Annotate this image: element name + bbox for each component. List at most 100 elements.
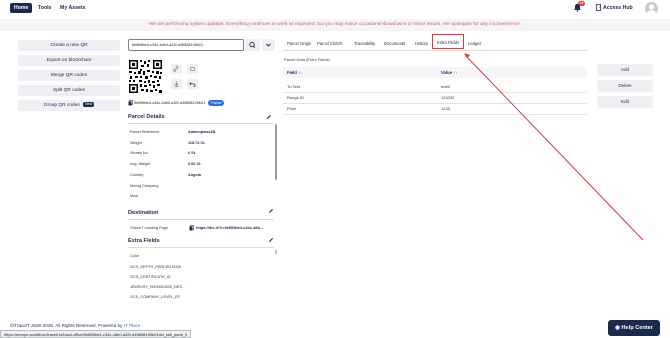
- nav-tab-tools[interactable]: Tools: [34, 3, 55, 13]
- destination-title: Destination: [128, 210, 159, 216]
- tag-icon: [190, 67, 195, 71]
- tab-ledger[interactable]: Ledger: [465, 39, 484, 48]
- column-header-label: Field: [287, 70, 297, 75]
- divider: [128, 247, 274, 248]
- table-header: [283, 67, 587, 78]
- detail-value: Adamnplasz1B: [188, 130, 216, 134]
- split-qr-button[interactable]: Split QR codes: [18, 85, 120, 96]
- tab-history[interactable]: History: [412, 39, 431, 48]
- table-row: [283, 114, 587, 115]
- detail-key: Stones No.: [130, 151, 149, 155]
- tab-extra-fields[interactable]: Extra Fields: [432, 34, 465, 49]
- detail-key: Weight: [130, 141, 142, 145]
- table-cell-field: Rough ID: [287, 95, 304, 100]
- detail-value: 6 St.: [188, 151, 197, 155]
- detail-key: Mining Company: [130, 184, 159, 188]
- status-bar-url: https://europe-workflow.itraceit.io/back…: [0, 330, 192, 338]
- export-blockchain-button[interactable]: Export on blockchain: [18, 55, 120, 66]
- extra-field-item: GCS_CERTIFICATE_ID: [130, 275, 171, 279]
- details-scrollbar[interactable]: [275, 124, 277, 180]
- chevron-down-icon: [266, 43, 271, 47]
- extra-field-item: GCS_COMPANY_LEVEL_EF: [130, 295, 181, 299]
- search-icon: [249, 41, 256, 48]
- search-dropdown-button[interactable]: [262, 39, 275, 51]
- landing-page-key: iTraceiT Landing Page: [130, 226, 168, 230]
- notification-badge: 24: [578, 1, 585, 6]
- delete-button[interactable]: Delete: [597, 80, 653, 92]
- extra-field-item: Color: [130, 254, 140, 258]
- detail-key: Country: [130, 173, 144, 177]
- access-hub-link[interactable]: Access Hub: [603, 5, 633, 11]
- panel-title: Parcel Data (Extra Fields): [284, 57, 330, 62]
- edit-qr-button[interactable]: [187, 64, 198, 74]
- maintenance-banner: We are performing system updates. Everyt…: [0, 19, 670, 31]
- table-cell-value: 124232: [441, 95, 455, 100]
- divider: [128, 219, 274, 220]
- table-cell-field: Price: [287, 106, 297, 111]
- edit-button[interactable]: Edit: [597, 96, 653, 108]
- detail-value: 0.00 Ct.: [188, 162, 202, 166]
- uuid-text: 5ef6f6be4-c34c-4db0-a32f-d45858149b01: [134, 101, 206, 105]
- table-cell-value: 1245: [441, 106, 450, 111]
- table-row: [283, 103, 587, 104]
- group-qr-label: Group QR codes: [43, 103, 80, 108]
- help-center-label: Help Center: [621, 325, 653, 331]
- nav-tab-home[interactable]: Home: [10, 3, 33, 13]
- copy-icon[interactable]: [189, 225, 194, 231]
- undo-icon: [189, 82, 196, 88]
- landing-page-link[interactable]: https://itrc.it/?i=5ef6f6be4-c34c-4db...: [196, 226, 263, 230]
- qr-code[interactable]: [128, 59, 163, 94]
- table-cell-field: Tu Test: [287, 84, 300, 89]
- column-header-value[interactable]: Value ↑↓: [441, 70, 457, 75]
- footer: ©iTraceiT 2020-2025. All Rights Reserved…: [10, 323, 140, 328]
- pencil-icon[interactable]: [268, 208, 274, 214]
- detail-value: 118.74 Ct.: [188, 141, 206, 145]
- tab-parcel-origin[interactable]: Parcel Origin: [284, 39, 314, 48]
- table-row: [283, 92, 587, 93]
- extra-fields-scrollbar[interactable]: [275, 250, 277, 254]
- help-center-button[interactable]: ◉ Help Center: [608, 320, 660, 336]
- new-badge: New: [83, 102, 95, 108]
- create-qr-button[interactable]: Create a new QR: [18, 40, 120, 51]
- detail-key: Mine: [130, 194, 139, 198]
- door-icon: [596, 4, 601, 11]
- sort-icon: ↑↓: [453, 70, 458, 75]
- detail-key: Avg. Weight: [130, 162, 151, 166]
- user-icon: [646, 4, 657, 15]
- tab-divider: [283, 50, 588, 51]
- copyright-text: ©iTraceiT 2020-2025. All Rights Reserved…: [10, 323, 123, 328]
- powered-by-link[interactable]: IT Place: [124, 323, 141, 328]
- parcel-badge: Parcel: [208, 100, 225, 106]
- download-icon: [174, 81, 179, 87]
- tab-documents[interactable]: Documents: [381, 39, 408, 48]
- tab-parcel-childs[interactable]: Parcel Child's: [314, 39, 345, 48]
- tab-traceability[interactable]: Traceability: [351, 39, 378, 48]
- nav-tab-my-assets[interactable]: My Assets: [56, 3, 89, 13]
- parcel-details-title: Parcel Details: [128, 114, 165, 120]
- pencil-icon[interactable]: [266, 114, 272, 120]
- detail-key: Parcel Reference: [130, 130, 160, 134]
- top-nav: Home Tools My Assets 24 Access Hub: [0, 0, 670, 16]
- download-button[interactable]: [171, 79, 182, 89]
- sort-icon: ↑↓: [297, 70, 303, 75]
- search-input[interactable]: 5ef6f6be4-c34c-4db0-a32f-d45858149b01: [128, 39, 244, 51]
- detail-value: Angola: [188, 173, 201, 177]
- merge-qr-button[interactable]: Merge QR codes: [18, 70, 120, 81]
- search-button[interactable]: [245, 39, 260, 51]
- column-header-label: Value: [441, 70, 452, 75]
- uuid-row: 5ef6f6be4-c34c-4db0-a32f-d45858149b01 Pa…: [128, 100, 225, 106]
- link-icon: [173, 65, 179, 72]
- copy-icon[interactable]: [128, 100, 133, 106]
- pencil-icon[interactable]: [268, 237, 274, 243]
- column-header-field[interactable]: Field ↑↓: [287, 70, 302, 75]
- undo-button[interactable]: [187, 79, 198, 89]
- group-qr-button[interactable]: Group QR codes New: [18, 100, 120, 111]
- table-cell-value: testtt: [441, 84, 450, 89]
- avatar[interactable]: [645, 2, 658, 15]
- extra-field-item: JEWELRY_SHOWCASE_DES...: [130, 285, 186, 289]
- add-button[interactable]: Add: [597, 64, 653, 76]
- extra-field-item: GCS_DEPTH_PERCENTAGE: [130, 265, 182, 269]
- divider: [128, 123, 274, 124]
- link-button[interactable]: [171, 64, 182, 74]
- extra-fields-title: Extra Fields: [128, 238, 160, 244]
